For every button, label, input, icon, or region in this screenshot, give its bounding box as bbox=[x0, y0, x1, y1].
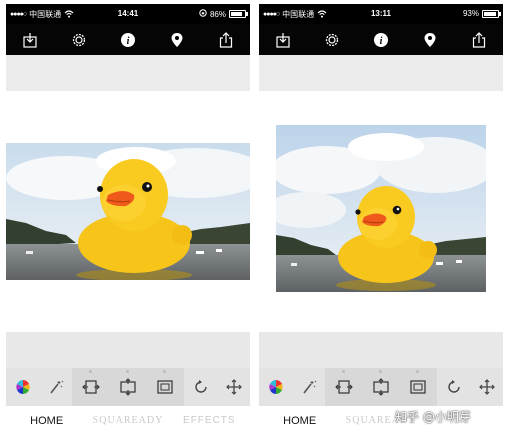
svg-text:i: i bbox=[380, 36, 383, 47]
battery-percent: 93% bbox=[462, 9, 479, 18]
nav-home[interactable]: HOME bbox=[259, 415, 340, 427]
battery-percent: 86% bbox=[209, 9, 226, 19]
rotation-lock-icon bbox=[199, 9, 207, 19]
color-wheel-icon[interactable] bbox=[12, 376, 34, 398]
edit-tools-bar bbox=[6, 368, 250, 406]
move-icon[interactable] bbox=[476, 376, 498, 398]
status-bar: ●●●●○ 中国联通 13:11 93% bbox=[259, 4, 503, 24]
square-frame-icon[interactable] bbox=[407, 370, 429, 398]
top-toolbar: i bbox=[6, 24, 250, 55]
battery-level-fill bbox=[231, 12, 243, 16]
info-icon[interactable]: i bbox=[368, 27, 394, 53]
duck-photo bbox=[276, 125, 486, 292]
nav-home[interactable]: HOME bbox=[6, 415, 87, 427]
top-toolbar: i bbox=[259, 24, 503, 55]
fit-horizontal-icon[interactable] bbox=[333, 370, 355, 398]
nav-effects[interactable]: EFFECTS bbox=[169, 415, 250, 426]
watermark: 知乎 @小明芽 bbox=[395, 410, 471, 424]
info-icon[interactable]: i bbox=[115, 27, 141, 53]
magic-wand-icon[interactable] bbox=[45, 376, 67, 398]
share-icon[interactable] bbox=[466, 27, 492, 53]
move-icon[interactable] bbox=[223, 376, 245, 398]
status-bar: ●●●●○ 中国联通 14:41 86% bbox=[6, 4, 250, 24]
battery-level-fill bbox=[484, 11, 497, 16]
canvas-margin-top bbox=[6, 55, 250, 91]
phone-screen-right: ●●●●○ 中国联通 13:11 93% i HOME SQUAREADY bbox=[259, 4, 503, 435]
phone-screen-left: ●●●●○ 中国联通 14:41 86% i HOME SQUAREADY EF… bbox=[6, 4, 250, 435]
gear-icon[interactable] bbox=[66, 27, 92, 53]
share-icon[interactable] bbox=[213, 27, 239, 53]
svg-text:i: i bbox=[127, 36, 130, 47]
edit-tools-bar bbox=[259, 368, 503, 406]
download-icon[interactable] bbox=[270, 27, 296, 53]
canvas-margin-bottom bbox=[6, 332, 250, 368]
location-pin-icon[interactable] bbox=[164, 27, 190, 53]
square-frame-icon[interactable] bbox=[154, 370, 176, 398]
fit-horizontal-icon[interactable] bbox=[80, 370, 102, 398]
canvas-margin-top bbox=[259, 55, 503, 91]
rotate-icon[interactable] bbox=[190, 376, 212, 398]
fit-vertical-icon[interactable] bbox=[370, 370, 392, 398]
bottom-nav: HOME SQUAREADY EFFECTS bbox=[6, 406, 250, 435]
location-pin-icon[interactable] bbox=[417, 27, 443, 53]
gear-icon[interactable] bbox=[319, 27, 345, 53]
fit-vertical-icon[interactable] bbox=[117, 370, 139, 398]
battery-icon bbox=[482, 9, 501, 18]
magic-wand-icon[interactable] bbox=[298, 376, 320, 398]
color-wheel-icon[interactable] bbox=[265, 376, 287, 398]
nav-squaready[interactable]: SQUAREADY bbox=[87, 415, 168, 426]
download-icon[interactable] bbox=[17, 27, 43, 53]
canvas-margin-bottom bbox=[259, 332, 503, 368]
battery-icon bbox=[229, 10, 248, 18]
duck-photo bbox=[6, 143, 250, 280]
rotate-icon[interactable] bbox=[443, 376, 465, 398]
